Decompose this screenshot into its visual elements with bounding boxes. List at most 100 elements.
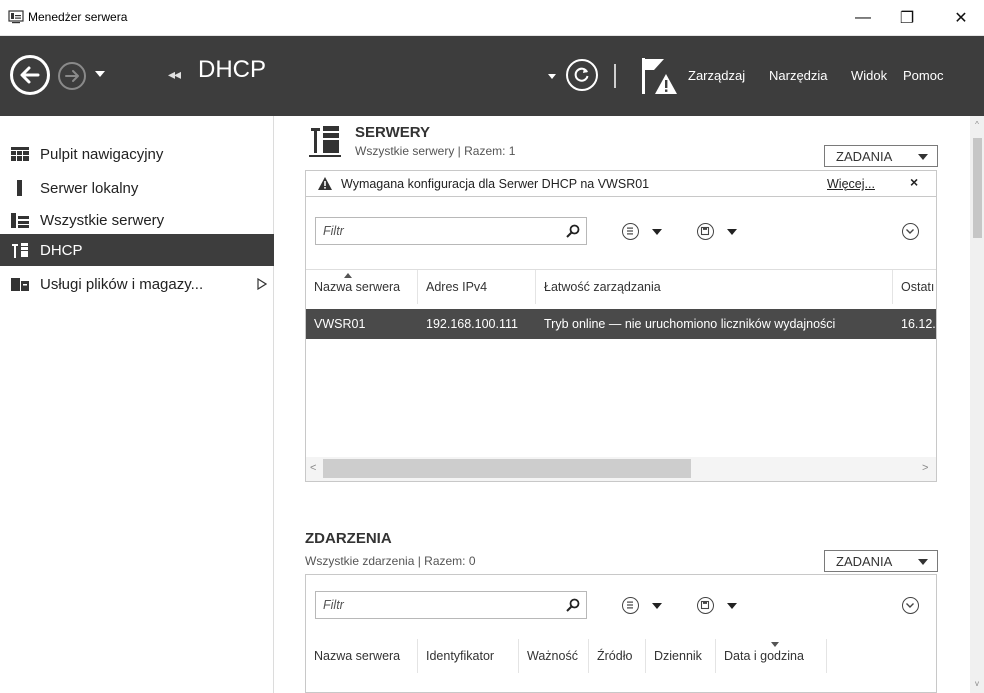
events-panel: Filtr Nazwa serwera Identyfikator Ważnoś…: [305, 574, 937, 693]
chevron-down-icon: [918, 559, 928, 565]
list-icon: [627, 601, 633, 609]
sidebar: Pulpit nawigacyjny Serwer lokalny Wszyst…: [0, 116, 274, 693]
column-header[interactable]: Nazwa serwera: [306, 270, 418, 304]
scroll-left-icon[interactable]: <: [310, 462, 316, 474]
expand-filter-button[interactable]: [902, 223, 919, 240]
toolbar-separator: [614, 64, 616, 88]
menu-pomoc[interactable]: Pomoc: [903, 68, 943, 83]
table-cell: 192.168.100.111: [426, 317, 518, 331]
chevron-down-icon: [906, 603, 914, 608]
server-icon: [17, 180, 22, 196]
table-cell: Tryb online — nie uruchomiono liczników …: [544, 317, 836, 331]
servers-icon: [11, 213, 29, 228]
servers-filter-input[interactable]: Filtr: [315, 217, 587, 245]
chevron-down-icon: [906, 229, 914, 234]
menu-widok[interactable]: Widok: [851, 68, 887, 83]
scroll-right-icon[interactable]: >: [922, 462, 928, 474]
list-icon: [627, 227, 633, 235]
back-button[interactable]: [10, 55, 50, 95]
events-table-header: Nazwa serwera Identyfikator Ważność Źród…: [306, 639, 936, 673]
list-options-button[interactable]: [622, 223, 639, 240]
events-section-title: ZDARZENIA: [305, 530, 392, 547]
horizontal-scrollbar[interactable]: < >: [306, 457, 936, 481]
sidebar-item-dashboard[interactable]: Pulpit nawigacyjny: [0, 138, 274, 170]
submenu-chevron-icon[interactable]: [257, 278, 267, 290]
forward-button[interactable]: [58, 62, 86, 90]
column-header[interactable]: Ważność: [519, 639, 589, 673]
refresh-button[interactable]: [566, 59, 598, 91]
servers-table-header: Nazwa serwera Adres IPv4 Łatwość zarządz…: [306, 269, 936, 304]
tasks-button-label: ZADANIA: [836, 148, 893, 164]
sidebar-item-label: Wszystkie serwery: [40, 211, 165, 229]
column-header[interactable]: Źródło: [589, 639, 646, 673]
warning-icon: [318, 177, 332, 190]
title-bar: Menedżer serwera — ❐ ✕: [0, 0, 984, 36]
column-header[interactable]: Data i godzina: [716, 639, 827, 673]
minimize-button[interactable]: —: [848, 4, 878, 32]
servers-tasks-button[interactable]: ZADANIA: [824, 145, 938, 167]
table-cell: VWSR01: [314, 317, 366, 331]
warning-close-button[interactable]: ×: [910, 174, 918, 190]
events-section-subtitle: Wszystkie zdarzenia | Razem: 0: [305, 554, 476, 568]
events-filter-input[interactable]: Filtr: [315, 591, 587, 619]
scrollbar-thumb[interactable]: [323, 459, 691, 478]
sidebar-item-all-servers[interactable]: Wszystkie serwery: [0, 204, 274, 236]
config-warning-bar: Wymagana konfiguracja dla Serwer DHCP na…: [306, 171, 936, 197]
window-title: Menedżer serwera: [28, 10, 128, 24]
filter-placeholder: Filtr: [323, 598, 344, 612]
vertical-scrollbar[interactable]: ^ v: [970, 116, 984, 693]
servers-section-icon: [309, 126, 341, 157]
list-options-button[interactable]: [622, 597, 639, 614]
sidebar-item-file-services[interactable]: Usługi plików i magazy...: [0, 268, 274, 300]
column-header[interactable]: Ostatı: [893, 270, 936, 304]
history-dropdown-icon[interactable]: [92, 66, 108, 82]
scroll-down-icon[interactable]: v: [972, 679, 982, 689]
search-icon[interactable]: [566, 598, 580, 612]
notifications-flag-icon[interactable]: [640, 56, 680, 100]
servers-section-subtitle: Wszystkie serwery | Razem: 1: [355, 144, 516, 158]
events-tasks-button[interactable]: ZADANIA: [824, 550, 938, 572]
menu-zarzadzaj[interactable]: Zarządzaj: [688, 68, 745, 83]
warning-more-link[interactable]: Więcej...: [827, 177, 875, 191]
list-options-dropdown-icon[interactable]: [652, 602, 662, 610]
column-header[interactable]: Dziennik: [646, 639, 716, 673]
close-button[interactable]: ✕: [946, 4, 976, 32]
column-header[interactable]: Nazwa serwera: [306, 639, 418, 673]
sidebar-item-local-server[interactable]: Serwer lokalny: [0, 172, 274, 204]
scrollbar-thumb[interactable]: [973, 138, 982, 238]
sidebar-item-label: DHCP: [40, 241, 83, 259]
list-options-dropdown-icon[interactable]: [652, 228, 662, 236]
save-query-button[interactable]: [697, 223, 714, 240]
breadcrumb-arrows-icon: ◂◂: [168, 66, 181, 82]
save-query-dropdown-icon[interactable]: [727, 228, 737, 236]
table-row[interactable]: VWSR01 192.168.100.111 Tryb online — nie…: [306, 309, 936, 339]
server-manager-app-icon: [8, 10, 24, 24]
sidebar-item-label: Pulpit nawigacyjny: [40, 145, 164, 163]
menu-narzedzia[interactable]: Narzędzia: [769, 68, 828, 83]
column-header[interactable]: Adres IPv4: [418, 270, 536, 304]
dhcp-icon: [12, 243, 28, 258]
search-icon[interactable]: [566, 224, 580, 238]
table-cell: 16.12.: [901, 317, 936, 331]
save-query-dropdown-icon[interactable]: [727, 602, 737, 610]
back-arrow-icon: [20, 66, 40, 84]
maximize-button[interactable]: ❐: [892, 4, 922, 32]
sidebar-item-label: Serwer lokalny: [40, 179, 139, 197]
column-header[interactable]: Łatwość zarządzania: [536, 270, 893, 304]
save-query-button[interactable]: [697, 597, 714, 614]
warning-text: Wymagana konfiguracja dla Serwer DHCP na…: [341, 176, 650, 191]
save-icon: [700, 226, 710, 236]
refresh-icon: [574, 67, 589, 82]
servers-section-title: SERWERY: [355, 124, 431, 141]
expand-filter-button[interactable]: [902, 597, 919, 614]
toolbar: ◂◂ DHCP Zarządzaj Narzędzia Widok Pomoc: [0, 36, 984, 116]
chevron-down-icon: [918, 154, 928, 160]
scroll-up-icon[interactable]: ^: [972, 120, 982, 130]
file-services-icon: [11, 278, 29, 291]
column-header[interactable]: Identyfikator: [418, 639, 519, 673]
breadcrumb-dropdown-icon[interactable]: [546, 70, 558, 82]
forward-arrow-icon: [65, 70, 79, 82]
breadcrumb-title: DHCP: [198, 56, 267, 83]
sidebar-item-dhcp[interactable]: DHCP: [0, 234, 274, 266]
dashboard-icon: [11, 147, 29, 161]
